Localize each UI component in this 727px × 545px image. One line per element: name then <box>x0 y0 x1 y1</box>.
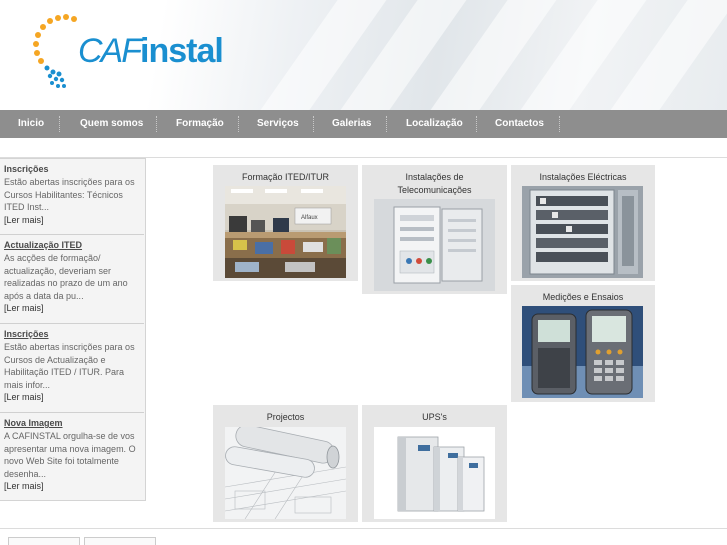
main-nav: Inicio Quem somos Formação Serviços Gale… <box>0 110 727 138</box>
nav-item-galerias[interactable]: Galerias <box>332 110 371 138</box>
header-banner: CAFinstal <box>0 0 727 110</box>
footer-divider <box>0 528 727 529</box>
tile-ups[interactable]: UPS's <box>362 405 507 522</box>
news-title[interactable]: Actualização ITED <box>4 239 140 252</box>
news-item: Actualização ITED As acções de formação/… <box>0 239 144 324</box>
sub-nav-bar <box>0 138 727 158</box>
nav-item-quem-somos[interactable]: Quem somos <box>80 110 143 138</box>
news-excerpt: As acções de formação/ actualização, dev… <box>4 253 128 301</box>
news-item: Nova Imagem A CAFINSTAL orgulha-se de vo… <box>0 417 144 501</box>
training-room-photo[interactable]: Alfaux <box>225 186 346 278</box>
tile-title: UPS's <box>422 412 447 422</box>
nav-separator <box>238 116 239 132</box>
nav-item-contactos[interactable]: Contactos <box>495 110 544 138</box>
tile-projectos[interactable]: Projectos <box>213 405 358 522</box>
tile-title: Formação ITED/ITUR <box>241 172 329 182</box>
nav-separator <box>59 116 60 132</box>
nav-item-inicio[interactable]: Inicio <box>18 110 44 138</box>
news-item: Inscrições Estão abertas inscrições para… <box>0 328 144 413</box>
tile-title-line1: Instalações de <box>405 172 464 182</box>
tile-title: Projectos <box>266 412 305 422</box>
tile-electricas[interactable]: Instalações Eléctricas <box>511 165 655 281</box>
news-item: Inscrições Estão abertas inscrições para… <box>0 163 144 235</box>
electrical-panel-photo[interactable] <box>522 186 643 278</box>
telecom-cabinet-image <box>374 199 495 291</box>
ups-units-photo[interactable] <box>374 427 495 519</box>
nav-separator <box>156 116 157 132</box>
news-excerpt: Estão abertas inscrições para os Cursos … <box>4 177 135 212</box>
nav-item-formacao[interactable]: Formação <box>176 110 224 138</box>
training-room-image: Alfaux <box>225 186 346 278</box>
news-title[interactable]: Nova Imagem <box>4 417 140 430</box>
blueprints-photo[interactable] <box>225 427 346 519</box>
read-more-link[interactable]: [Ler mais] <box>4 302 140 314</box>
footer-box-left <box>8 537 80 545</box>
logo-wordmark: CAFinstal <box>78 32 224 71</box>
nav-item-localizacao[interactable]: Localização <box>406 110 463 138</box>
electrical-panel-image <box>522 186 643 278</box>
tile-title-line2: Telecomunicações <box>397 185 472 195</box>
test-meters-photo[interactable] <box>522 306 643 398</box>
test-meters-image <box>522 306 643 398</box>
tile-formacao[interactable]: Formação ITED/ITUR Alfaux <box>213 165 358 281</box>
read-more-link[interactable]: [Ler mais] <box>4 480 140 492</box>
ups-units-image <box>374 427 495 519</box>
nav-item-servicos[interactable]: Serviços <box>257 110 299 138</box>
news-title[interactable]: Inscrições <box>4 328 140 341</box>
site-logo[interactable]: CAFinstal <box>28 12 224 92</box>
nav-separator <box>476 116 477 132</box>
logo-suffix: instal <box>140 32 224 70</box>
news-excerpt: A CAFINSTAL orgulha-se de vos apresentar… <box>4 431 136 479</box>
news-title[interactable]: Inscrições <box>4 163 140 176</box>
read-more-link[interactable]: [Ler mais] <box>4 214 140 226</box>
read-more-link[interactable]: [Ler mais] <box>4 391 140 403</box>
news-sidebar: Inscrições Estão abertas inscrições para… <box>0 158 146 501</box>
footer-box-right <box>84 537 156 545</box>
nav-separator <box>559 116 560 132</box>
tile-title: Instalações Eléctricas <box>539 172 627 182</box>
nav-separator <box>386 116 387 132</box>
blueprints-image <box>225 427 346 519</box>
tile-title: Medições e Ensaios <box>542 292 624 302</box>
nav-separator <box>313 116 314 132</box>
tile-telecomunicacoes[interactable]: Instalações de Telecomunicações <box>362 165 507 294</box>
logo-prefix: CAF <box>78 32 142 70</box>
tile-medicoes[interactable]: Medições e Ensaios <box>511 285 655 402</box>
svg-text:Alfaux: Alfaux <box>301 215 318 221</box>
telecom-cabinet-photo[interactable] <box>374 199 495 291</box>
news-excerpt: Estão abertas inscrições para os Cursos … <box>4 342 135 390</box>
